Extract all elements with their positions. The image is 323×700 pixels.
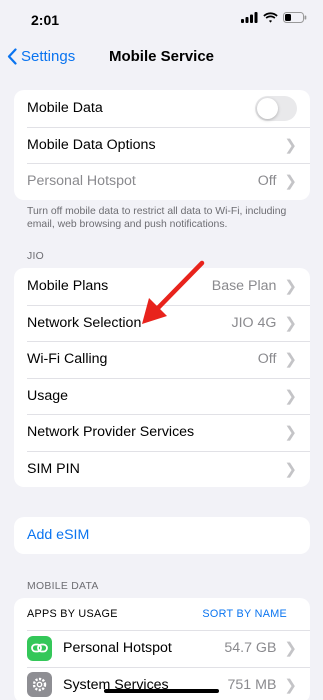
status-time: 2:01: [31, 12, 60, 28]
wifi-icon: [263, 12, 278, 23]
usage-row[interactable]: Usage ❯: [14, 377, 310, 415]
row-label: Network Provider Services: [27, 424, 195, 441]
personal-hotspot-row[interactable]: Personal Hotspot Off ❯: [14, 163, 310, 200]
row-value: JIO 4G: [231, 314, 277, 331]
chevron-right-icon: ❯: [284, 676, 297, 694]
chevron-right-icon: ❯: [284, 460, 297, 478]
network-provider-services-row[interactable]: Network Provider Services ❯: [14, 414, 310, 451]
apps-by-usage-label: APPS BY USAGE: [27, 608, 118, 620]
mobile-data-options-label: Mobile Data Options: [27, 136, 156, 153]
row-value: Off: [257, 351, 277, 368]
home-indicator: [104, 689, 219, 693]
mobile-data-section-header: MOBILE DATA: [27, 581, 99, 592]
chevron-right-icon: ❯: [284, 351, 297, 369]
mobile-data-label: Mobile Data: [27, 100, 103, 117]
navigation-bar: Settings Mobile Service: [0, 42, 323, 74]
gear-icon: [27, 672, 52, 698]
row-label: Wi-Fi Calling: [27, 351, 108, 368]
add-esim-label: Add eSIM: [27, 527, 90, 544]
cellular-signal-icon: [241, 12, 258, 23]
page-title: Mobile Service: [108, 48, 215, 65]
esim-group: Add eSIM: [14, 517, 310, 554]
status-bar: 2:01: [0, 0, 323, 40]
chevron-right-icon: ❯: [284, 136, 297, 154]
apps-by-usage-header: APPS BY USAGE SORT BY NAME: [14, 598, 310, 630]
sort-by-name-button[interactable]: SORT BY NAME: [202, 608, 287, 620]
row-value: Base Plan: [211, 278, 277, 295]
personal-hotspot-label: Personal Hotspot: [27, 173, 136, 190]
app-usage-row[interactable]: System Services 751 MB ❯: [14, 666, 310, 700]
chevron-right-icon: ❯: [284, 387, 297, 405]
chevron-right-icon: ❯: [284, 173, 297, 191]
chevron-right-icon: ❯: [284, 424, 297, 442]
red-arrow-annotation: [142, 260, 205, 324]
mobile-data-options-row[interactable]: Mobile Data Options ❯: [14, 126, 310, 164]
wifi-calling-row[interactable]: Wi-Fi Calling Off ❯: [14, 341, 310, 378]
add-esim-button[interactable]: Add eSIM: [14, 517, 310, 554]
app-usage-value: 54.7 GB: [224, 640, 277, 657]
row-label: Usage: [27, 387, 69, 404]
chevron-right-icon: ❯: [284, 278, 297, 296]
mobile-data-toggle[interactable]: [255, 95, 297, 121]
mobile-data-group: Mobile Data Mobile Data Options ❯ Person…: [14, 90, 310, 200]
chevron-right-icon: ❯: [284, 640, 297, 658]
personal-hotspot-value: Off: [257, 173, 277, 190]
chevron-right-icon: ❯: [284, 314, 297, 332]
sim-pin-row[interactable]: SIM PIN ❯: [14, 450, 310, 488]
mobile-data-footnote: Turn off mobile data to restrict all dat…: [27, 206, 287, 230]
battery-icon: [283, 12, 307, 23]
app-usage-row[interactable]: Personal Hotspot 54.7 GB ❯: [14, 630, 310, 667]
app-usage-group: APPS BY USAGE SORT BY NAME Personal Hots…: [14, 598, 310, 700]
mobile-data-row: Mobile Data: [14, 90, 310, 127]
row-label: SIM PIN: [27, 460, 80, 477]
link-icon: [27, 635, 52, 661]
app-usage-value: 751 MB: [227, 676, 277, 693]
jio-section-header: JIO: [27, 251, 45, 262]
status-icons: [241, 12, 307, 23]
app-name: Personal Hotspot: [63, 640, 172, 657]
